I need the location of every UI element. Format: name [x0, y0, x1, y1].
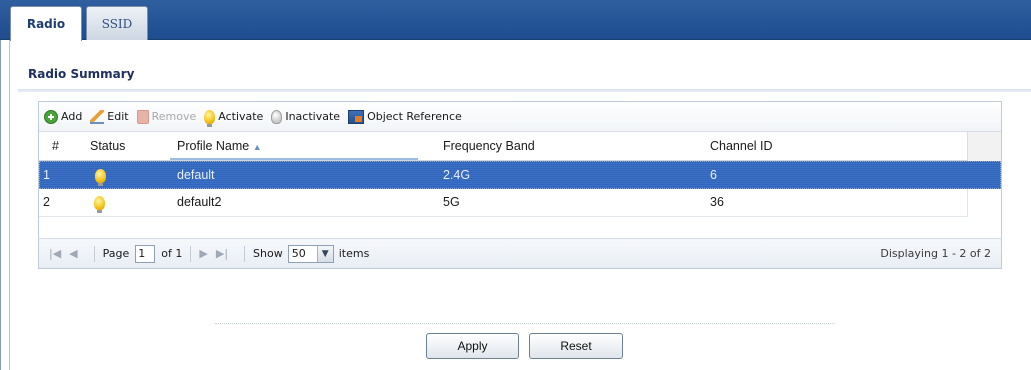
lightbulb-on-icon	[204, 109, 216, 127]
display-count: Displaying 1 - 2 of 2	[880, 247, 991, 260]
row-profile-name: default	[177, 168, 215, 182]
page-number-input[interactable]: 1	[135, 244, 156, 263]
object-reference-icon	[348, 109, 365, 124]
row-frequency-band: 5G	[443, 195, 460, 209]
column-header-status[interactable]: Status	[90, 139, 125, 153]
add-icon	[44, 109, 58, 124]
column-header-profile-name[interactable]: Profile Name ▲	[177, 139, 262, 153]
chevron-down-icon[interactable]: ▼	[316, 245, 333, 262]
row-index: 1	[43, 168, 50, 182]
edit-icon	[90, 109, 105, 124]
inactivate-button[interactable]: Inactivate	[271, 109, 341, 124]
tab-ssid[interactable]: SSID	[86, 6, 148, 40]
radio-grid: Add Edit Remove Activate Inactivate Obje…	[38, 101, 1002, 269]
tab-radio[interactable]: Radio	[10, 6, 82, 41]
section-divider	[18, 89, 1031, 92]
edit-label: Edit	[107, 110, 129, 123]
lightbulb-off-icon	[271, 109, 283, 124]
row-channel-id: 6	[710, 168, 717, 182]
remove-label: Remove	[151, 110, 197, 123]
sort-indicator-bar	[170, 158, 418, 160]
object-reference-label: Object Reference	[367, 110, 462, 123]
tab-bar: Radio SSID	[0, 0, 1031, 41]
page-size-value: 50	[291, 247, 306, 260]
column-header-frequency-band[interactable]: Frequency Band	[443, 139, 535, 153]
tab-radio-label: Radio	[26, 17, 66, 31]
last-page-icon[interactable]: ▶|	[216, 247, 228, 260]
status-active-icon	[95, 169, 106, 186]
profile-name-header-label: Profile Name	[177, 139, 250, 153]
status-active-icon	[94, 196, 105, 213]
button-divider	[215, 323, 835, 324]
object-reference-button[interactable]: Object Reference	[348, 109, 462, 124]
remove-button[interactable]: Remove	[136, 109, 197, 124]
next-page-icon[interactable]: ▶	[199, 247, 207, 260]
activate-label: Activate	[218, 110, 264, 123]
activate-button[interactable]: Activate	[204, 109, 264, 127]
page-size-select[interactable]: 50 ▼	[287, 244, 334, 263]
row-profile-name: default2	[177, 195, 222, 209]
pagination-bar: |◀ ◀ Page 1 of 1 ▶ ▶| Show 50 ▼ items Di…	[39, 238, 1001, 268]
page-label: Page	[102, 247, 130, 260]
table-row[interactable]: 1 default 2.4G 6	[39, 161, 1001, 189]
table-row[interactable]: 2 default2 5G 36	[39, 189, 1001, 217]
row-channel-id: 36	[710, 195, 724, 209]
column-header-channel-id[interactable]: Channel ID	[710, 139, 773, 153]
pager-separator	[244, 245, 246, 262]
inactivate-label: Inactivate	[285, 110, 341, 123]
pager-separator	[93, 245, 95, 262]
column-header-index[interactable]: #	[52, 139, 59, 153]
table-header: # Status Profile Name ▲ Frequency Band C…	[39, 132, 1001, 161]
reset-button[interactable]: Reset	[529, 333, 623, 359]
add-button[interactable]: Add	[44, 109, 83, 124]
tab-ssid-label: SSID	[101, 16, 133, 31]
previous-page-icon[interactable]: ◀	[69, 247, 77, 260]
items-label: items	[338, 247, 370, 260]
trash-icon	[136, 109, 149, 124]
frame-border	[0, 40, 1, 370]
first-page-icon[interactable]: |◀	[49, 247, 61, 260]
frame-border-inner	[9, 40, 10, 370]
edit-button[interactable]: Edit	[90, 109, 129, 124]
page-count-label: of 1	[161, 247, 183, 260]
row-frequency-band: 2.4G	[443, 168, 471, 182]
row-index: 2	[43, 195, 50, 209]
grid-toolbar: Add Edit Remove Activate Inactivate Obje…	[39, 102, 1001, 132]
pager-separator	[190, 245, 192, 262]
apply-button[interactable]: Apply	[426, 333, 519, 359]
header-endcap	[967, 132, 1001, 161]
sort-ascending-icon: ▲	[252, 142, 262, 152]
row-endcap	[967, 189, 1001, 217]
add-label: Add	[61, 110, 83, 123]
section-title: Radio Summary	[28, 67, 135, 81]
show-label: Show	[253, 247, 283, 260]
